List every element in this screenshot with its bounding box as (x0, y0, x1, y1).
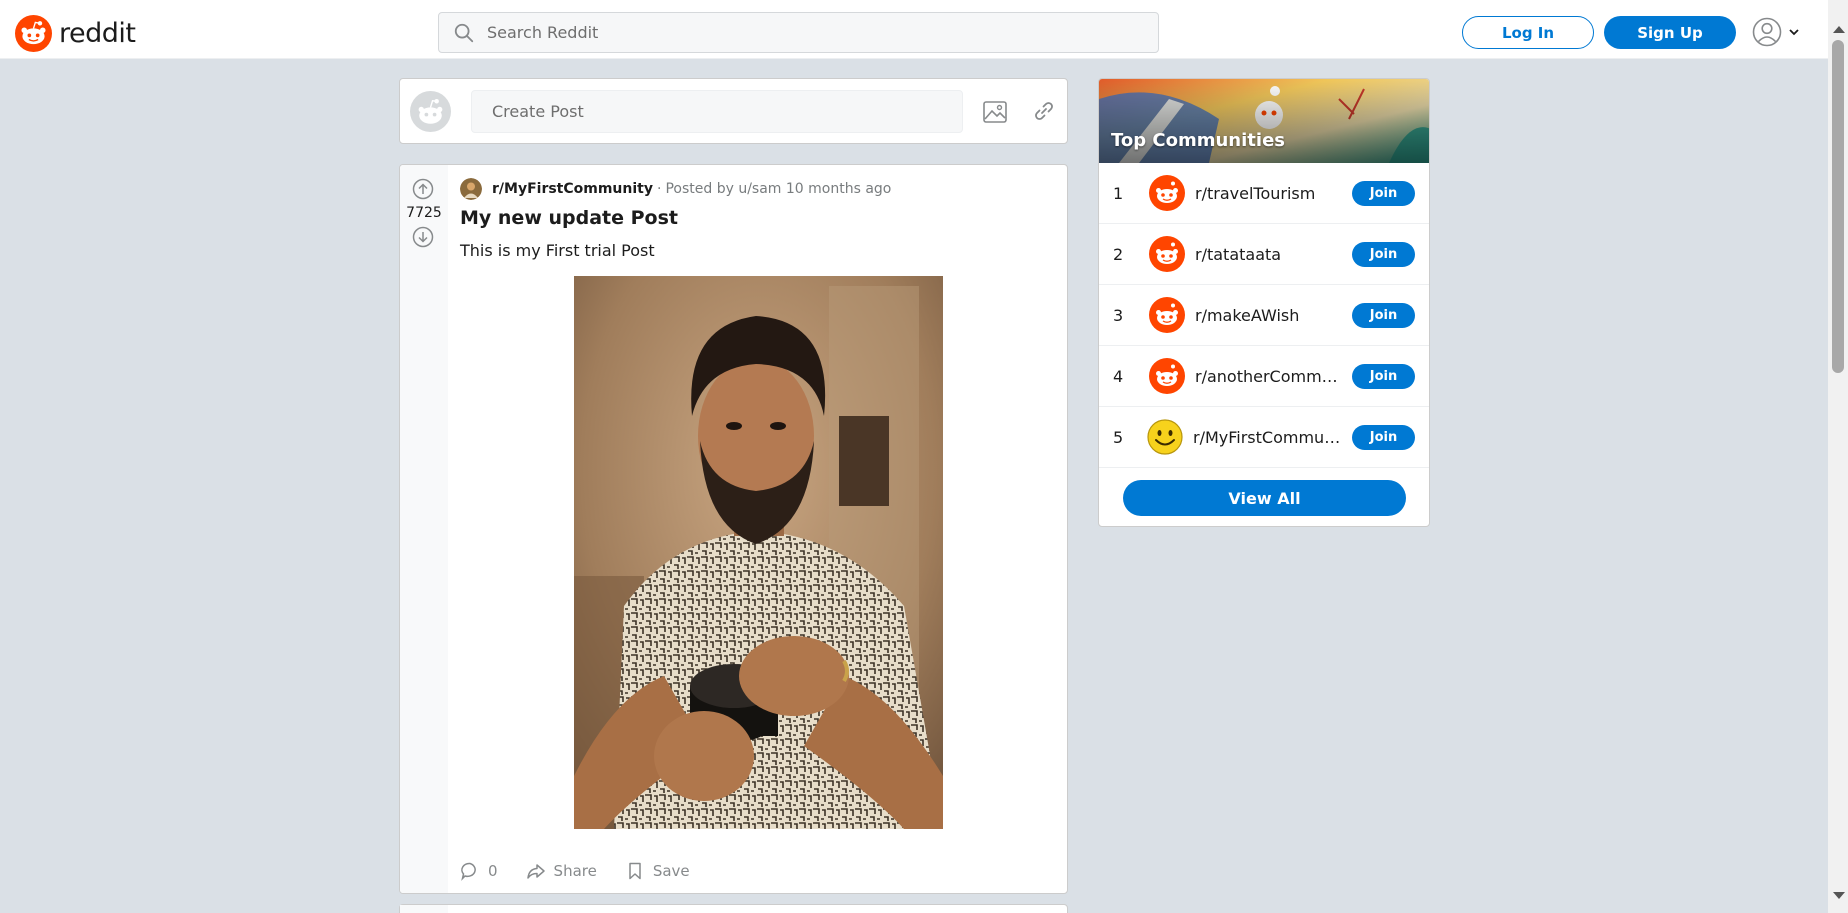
post-meta: r/MyFirstCommunity · Posted by u/sam 10 … (460, 178, 891, 200)
snoo-icon (1149, 175, 1185, 211)
snoo-icon (1149, 236, 1185, 272)
post-image[interactable] (574, 276, 943, 829)
view-all-button[interactable]: View All (1123, 480, 1406, 516)
create-post-input[interactable] (471, 90, 963, 133)
upvote-icon[interactable] (412, 178, 434, 200)
post-author-time: Posted by u/sam 10 months ago (665, 181, 892, 197)
community-name[interactable]: r/anotherCommunity (1195, 367, 1341, 386)
scrollbar-thumb[interactable] (1832, 40, 1844, 373)
join-button[interactable]: Join (1352, 180, 1415, 206)
join-button[interactable]: Join (1352, 302, 1415, 328)
user-menu-dropdown[interactable] (1752, 17, 1800, 47)
community-name[interactable]: r/MyFirstCommunity (1193, 428, 1341, 447)
community-row[interactable]: 3 r/makeAWish Join (1099, 285, 1429, 346)
comment-icon (461, 862, 476, 881)
comments-button[interactable]: 0 (460, 861, 498, 881)
user-icon (1752, 17, 1782, 47)
next-post-card[interactable] (399, 904, 1068, 913)
image-icon[interactable] (982, 99, 1008, 125)
scroll-down-arrow-icon[interactable] (1833, 892, 1845, 899)
snoo-icon (1149, 297, 1185, 333)
community-row[interactable]: 2 r/tatataata Join (1099, 224, 1429, 285)
post-subreddit-link[interactable]: r/MyFirstCommunity (492, 181, 653, 197)
page-scrollbar[interactable] (1828, 0, 1848, 913)
downvote-icon[interactable] (412, 226, 434, 248)
link-icon[interactable] (1032, 99, 1056, 123)
comments-count: 0 (488, 862, 498, 880)
search-input[interactable] (487, 23, 1127, 42)
community-rank: 3 (1113, 305, 1124, 325)
chevron-down-icon (1789, 29, 1799, 36)
save-icon (629, 862, 641, 880)
join-button[interactable]: Join (1352, 241, 1415, 267)
community-rank: 5 (1113, 427, 1124, 447)
create-post-bar (399, 78, 1068, 144)
meta-separator: · (657, 181, 662, 197)
community-row[interactable]: 5 r/MyFirstCommunity Join (1099, 407, 1429, 468)
community-rank: 1 (1113, 183, 1124, 203)
save-button[interactable]: Save (625, 861, 690, 881)
post-actions: 0 Share Save (460, 861, 718, 881)
join-button[interactable]: Join (1352, 424, 1415, 450)
widget-title: Top Communities (1111, 130, 1285, 151)
share-icon (526, 864, 545, 879)
post-card[interactable]: 7725 r/MyFirstCommunity · Posted by u/sa… (399, 164, 1068, 894)
vote-column: 7725 (400, 165, 448, 893)
snoo-icon (1149, 358, 1185, 394)
reddit-logo-icon (15, 15, 52, 52)
community-name[interactable]: r/makeAWish (1195, 306, 1341, 325)
community-row[interactable]: 4 r/anotherCommunity Join (1099, 346, 1429, 407)
scroll-up-arrow-icon[interactable] (1833, 26, 1845, 33)
vote-count: 7725 (406, 205, 442, 221)
save-label: Save (652, 862, 690, 880)
community-avatar[interactable] (460, 178, 482, 200)
community-rank: 4 (1113, 366, 1124, 386)
share-label: Share (553, 862, 597, 880)
top-communities-widget: Top Communities 1 r/travelTourism Join 2… (1098, 78, 1430, 527)
post-body-text: This is my First trial Post (460, 241, 655, 260)
share-button[interactable]: Share (526, 861, 597, 881)
search-bar[interactable] (438, 12, 1159, 53)
vote-column (400, 905, 448, 913)
top-header: reddit Log In Sign Up (0, 0, 1828, 58)
snoo-avatar-icon (410, 91, 451, 132)
logo-wordmark: reddit (59, 18, 136, 49)
community-name[interactable]: r/travelTourism (1195, 184, 1341, 203)
search-icon (454, 23, 474, 42)
community-rank: 2 (1113, 244, 1124, 264)
signup-button[interactable]: Sign Up (1604, 16, 1736, 49)
login-button[interactable]: Log In (1462, 16, 1594, 49)
smiley-icon (1147, 419, 1183, 455)
post-title[interactable]: My new update Post (460, 207, 678, 229)
reddit-logo[interactable]: reddit (15, 15, 136, 52)
community-name[interactable]: r/tatataata (1195, 245, 1341, 264)
community-row[interactable]: 1 r/travelTourism Join (1099, 163, 1429, 224)
join-button[interactable]: Join (1352, 363, 1415, 389)
